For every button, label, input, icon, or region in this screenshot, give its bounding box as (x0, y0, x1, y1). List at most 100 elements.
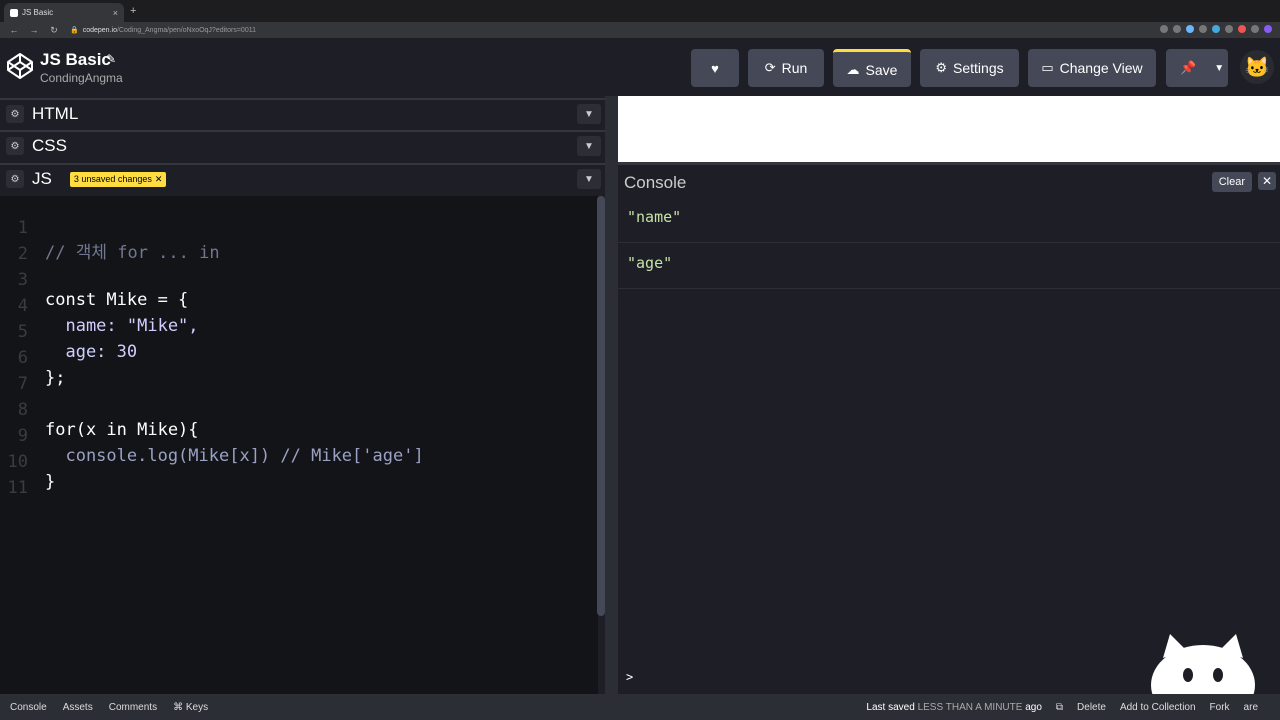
gear-icon: ⚙ (935, 60, 948, 75)
delete-button[interactable]: Delete (1077, 702, 1106, 713)
gear-icon[interactable]: ⚙ (6, 105, 24, 123)
unsaved-label: 3 unsaved changes (73, 174, 152, 184)
line-number: 11 (7, 478, 28, 498)
browser-tab[interactable]: JS Basic × (4, 3, 124, 22)
pin-button[interactable]: 📌 ▼ (1166, 49, 1228, 87)
last-saved-label: Last saved (866, 701, 915, 713)
gear-icon[interactable]: ⚙ (6, 170, 24, 188)
js-code-editor[interactable]: 1 // 객체 for ... in 2 3 const Mike = { 4 … (0, 196, 598, 694)
last-saved-suffix: ago (1025, 701, 1042, 713)
preview-pane[interactable] (618, 96, 1280, 162)
gear-icon[interactable]: ⚙ (6, 137, 24, 155)
address-bar: ← → ↻ 🔒 codepen.io/Coding_Angma/pen/oNxoO… (0, 22, 1280, 38)
code-line: 9 console.log(Mike[x]) // Mike['age'] (0, 406, 424, 466)
last-saved-time: LESS THAN A MINUTE (917, 701, 1023, 713)
code-line: 5 age: 30 (0, 302, 137, 362)
browser-tabbar: JS Basic × + (0, 0, 1280, 22)
refresh-icon: ⟳ (764, 60, 776, 75)
change-view-label: Change View (1059, 60, 1143, 76)
edit-title-icon[interactable]: ✎ (106, 52, 116, 66)
external-link-icon[interactable]: ⧉ (1056, 702, 1063, 713)
pen-title[interactable]: JS Basic (40, 50, 111, 70)
run-button[interactable]: ⟳ Run (748, 49, 824, 87)
resize-handle[interactable] (605, 96, 618, 694)
settings-button[interactable]: ⚙ Settings (920, 49, 1019, 87)
code-line: 1 // 객체 for ... in (0, 198, 220, 263)
close-icon[interactable]: ✕ (1258, 172, 1276, 190)
code-line: 3 const Mike = { (0, 250, 189, 310)
footer-assets-button[interactable]: Assets (63, 702, 93, 713)
code-text: const Mike = { (45, 290, 189, 310)
extension-icon[interactable] (1238, 25, 1246, 33)
css-panel-title: CSS (32, 136, 67, 155)
code-line: 4 name: "Mike", (0, 276, 199, 336)
star-icon[interactable] (1173, 25, 1181, 33)
url-host: codepen.io (82, 27, 117, 34)
html-panel-title: HTML (32, 104, 79, 123)
extension-icon[interactable] (1199, 25, 1207, 33)
footer-right: Last saved LESS THAN A MINUTE ago ⧉ Dele… (866, 694, 1280, 720)
love-button[interactable]: ♥ (691, 49, 739, 87)
code-text: console.log(Mike[x]) // Mike['age'] (45, 446, 424, 466)
new-tab-icon[interactable]: + (130, 5, 136, 17)
codepen-logo-icon[interactable] (6, 52, 34, 80)
reload-icon[interactable]: ↻ (48, 25, 60, 36)
puzzle-icon[interactable] (1251, 25, 1259, 33)
code-text: for(x in Mike){ (45, 420, 199, 440)
fork-button[interactable]: Fork (1210, 702, 1230, 713)
js-panel-title: JS (32, 169, 52, 188)
heart-icon: ♥ (711, 60, 719, 76)
back-icon[interactable]: ← (8, 25, 20, 35)
layout-icon: ▭ (1041, 60, 1054, 75)
console-prompt[interactable]: > (626, 670, 633, 684)
zoom-icon[interactable] (1160, 25, 1168, 33)
forward-icon[interactable]: → (28, 25, 40, 35)
extension-icon[interactable] (1225, 25, 1233, 33)
code-line: 11 (0, 458, 61, 498)
extension-icon[interactable] (1186, 25, 1194, 33)
footer-comments-button[interactable]: Comments (109, 702, 157, 713)
code-text: // 객체 for ... in (45, 243, 220, 263)
save-button[interactable]: ☁ Save (833, 49, 911, 87)
code-line: 6 }; (0, 328, 66, 388)
url-field[interactable]: 🔒 codepen.io/Coding_Angma/pen/oNxoOqJ?edi… (70, 26, 256, 34)
close-icon[interactable]: ✕ (155, 174, 163, 185)
lock-icon: 🔒 (70, 27, 79, 34)
last-saved-status: Last saved LESS THAN A MINUTE ago (866, 702, 1041, 713)
chevron-down-icon[interactable]: ▼ (577, 104, 601, 124)
editor-column: ⚙ HTML ▼ ⚙ CSS ▼ ⚙ JS 3 unsaved changes … (0, 96, 605, 694)
user-avatar[interactable]: 🐱 (1240, 50, 1274, 84)
extension-icon[interactable] (1212, 25, 1220, 33)
console-title: Console (624, 173, 687, 192)
console-clear-button[interactable]: Clear (1211, 172, 1252, 192)
extension-icons (1160, 25, 1272, 33)
console-log-entry: "name" (618, 198, 1280, 243)
add-to-collection-button[interactable]: Add to Collection (1120, 702, 1196, 713)
html-panel-header[interactable]: ⚙ HTML ▼ (0, 98, 605, 128)
footer-bar: Console Assets Comments ⌘ Keys Last save… (0, 694, 1280, 720)
chevron-down-icon[interactable]: ▼ (577, 136, 601, 156)
profile-icon[interactable] (1264, 25, 1272, 33)
url-path: /Coding_Angma/pen/oNxoOqJ?editors=0011 (116, 27, 256, 34)
run-label: Run (781, 60, 808, 76)
footer-console-button[interactable]: Console (10, 702, 47, 713)
cloud-icon: ☁ (846, 61, 860, 77)
code-line: 2 (0, 224, 61, 264)
change-view-button[interactable]: ▭ Change View (1028, 49, 1156, 87)
chevron-down-icon[interactable]: ▼ (1214, 63, 1224, 74)
pin-icon: 📌 (1180, 60, 1197, 75)
js-panel-header[interactable]: ⚙ JS 3 unsaved changes ✕ ▼ (0, 163, 605, 193)
unsaved-badge[interactable]: 3 unsaved changes ✕ (69, 171, 167, 187)
code-line: 8 for(x in Mike){ (0, 380, 199, 440)
editor-scrollbar[interactable] (597, 196, 605, 616)
css-panel-header[interactable]: ⚙ CSS ▼ (0, 130, 605, 160)
footer-keys-button[interactable]: ⌘ Keys (173, 702, 208, 713)
console-log-entry: "age" (618, 244, 1280, 289)
octocat-icon: 🐱 (1244, 56, 1270, 79)
tab-title: JS Basic (22, 8, 54, 17)
save-label: Save (865, 61, 898, 78)
pen-owner[interactable]: CondingAngma (40, 71, 123, 85)
chevron-down-icon[interactable]: ▼ (577, 169, 601, 189)
share-button[interactable]: are (1244, 702, 1258, 713)
tab-close-icon[interactable]: × (113, 8, 118, 18)
